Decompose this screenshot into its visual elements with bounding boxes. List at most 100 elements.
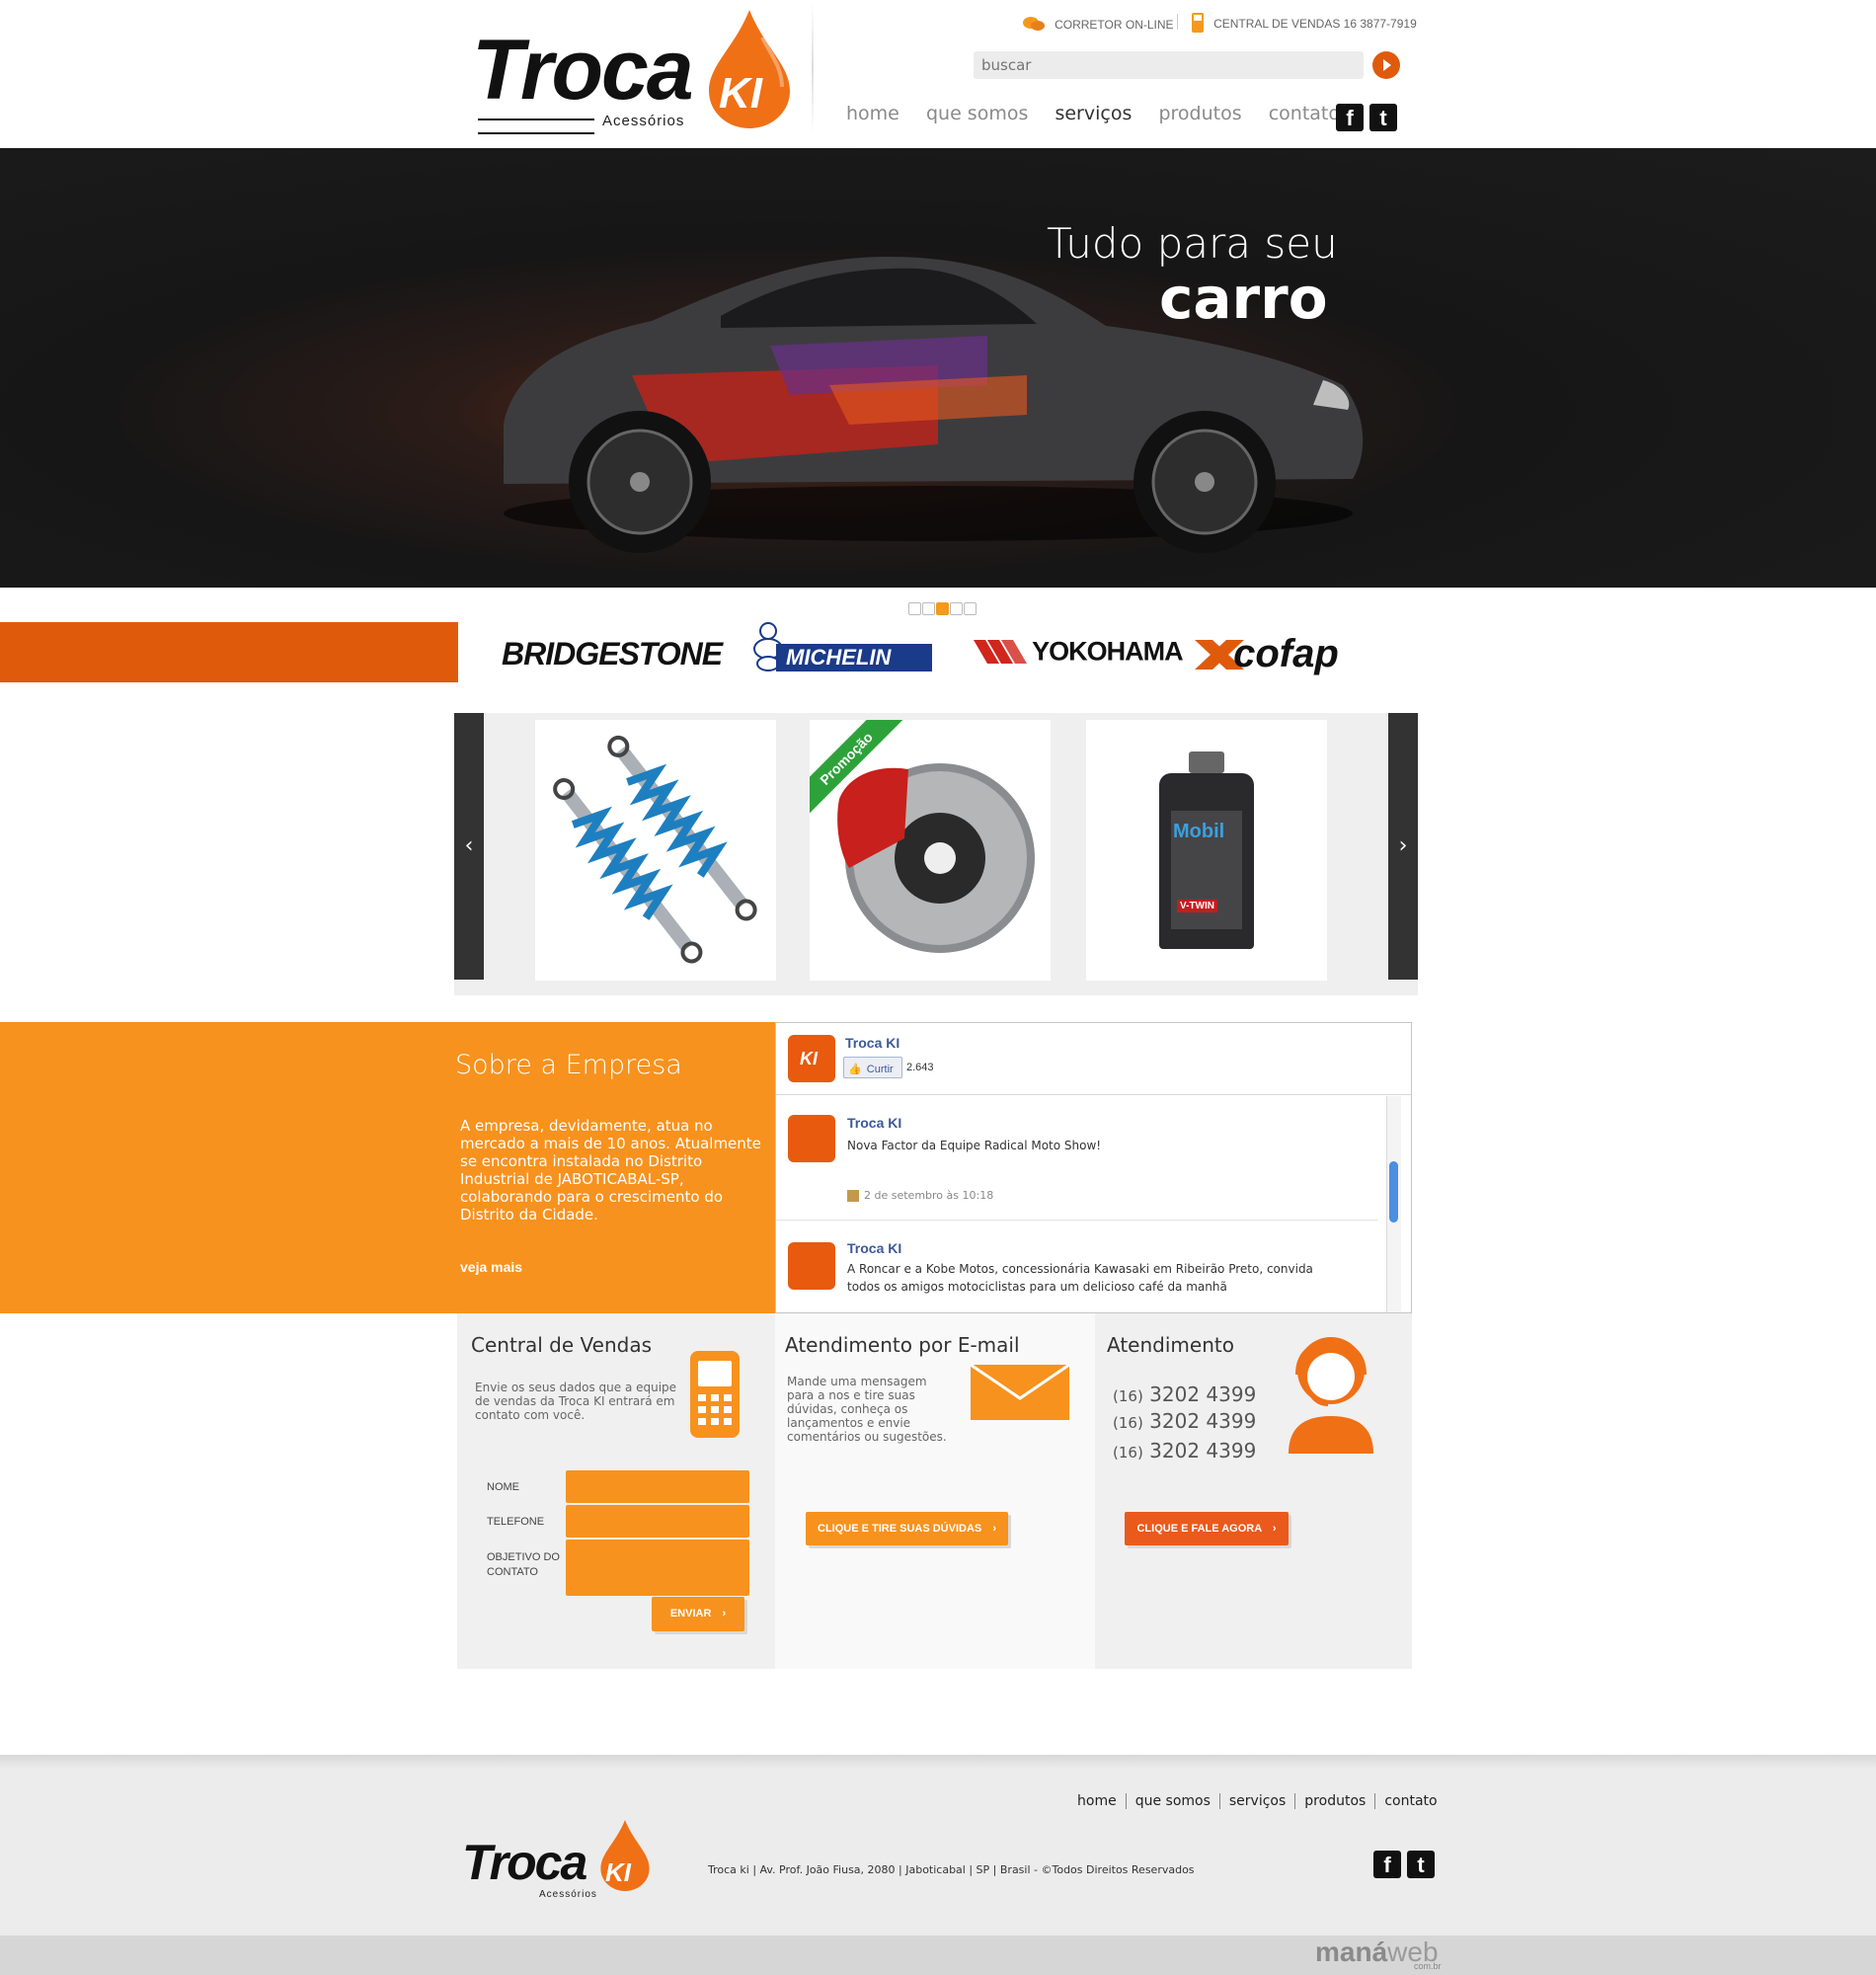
fb-scrollbar-thumb[interactable] [1389, 1161, 1398, 1223]
nav-que-somos[interactable]: que somos [926, 103, 1028, 124]
fb-post-text: Nova Factor da Equipe Radical Moto Show! [847, 1139, 1102, 1152]
site-footer: home que somos serviços produtos contato Tro… [0, 1755, 1876, 1936]
enviar-label: ENVIAR [669, 1608, 712, 1620]
brand-cofap[interactable]: cofap [1191, 632, 1339, 676]
footer-address: Troca ki | Av. Prof. João Fiusa, 2080 | … [708, 1863, 1195, 1876]
brand-michelin[interactable]: MICHELIN [746, 622, 936, 672]
footer-logo[interactable]: Troca KI Acessórios [460, 1818, 658, 1907]
credit-sub: com.br [1414, 1961, 1442, 1971]
corretor-online-link[interactable]: CORRETOR ON-LINE [1022, 14, 1174, 34]
fb-page-name[interactable]: Troca KI [845, 1035, 899, 1051]
central-label: CENTRAL DE VENDAS 16 3877-7919 [1213, 16, 1417, 31]
oil-bottle-image: Mobil V-TWIN [1159, 751, 1254, 949]
footer-nav-produtos[interactable]: produtos [1295, 1793, 1376, 1809]
product-card-oil[interactable]: Mobil V-TWIN [1086, 720, 1327, 981]
phone-2[interactable]: (16) 3202 4399 [1113, 1409, 1256, 1433]
logo[interactable]: Troca KI Acessórios [472, 8, 798, 136]
slide-dot-1[interactable] [908, 602, 921, 615]
nome-label: NOME [487, 1481, 519, 1493]
nav-contato[interactable]: contato [1269, 103, 1340, 124]
brand-accent-bar [0, 622, 458, 682]
bottom-strip: manáweb com.br [0, 1936, 1876, 1975]
oil-label: V-TWIN [1177, 900, 1217, 912]
facebook-icon[interactable]: f [1336, 104, 1364, 131]
product-card-shocks[interactable] [535, 720, 776, 981]
fb-post-2: Troca KI A Roncar e a Kobe Motos, conces… [776, 1221, 1378, 1312]
logo-subtitle: Acessórios [602, 113, 685, 129]
fb-post-avatar[interactable] [788, 1115, 835, 1162]
brand-bridgestone[interactable]: BRIDGESTONE [502, 636, 723, 672]
twitter-icon[interactable]: t [1407, 1851, 1435, 1878]
fb-post-author[interactable]: Troca KI [847, 1240, 901, 1256]
atendimento-section: Atendimento (16) 3202 4399 (16) 3202 439… [1095, 1313, 1412, 1669]
email-cta-button[interactable]: CLIQUE E TIRE SUAS DÚVIDAS › [806, 1512, 1008, 1545]
enviar-button[interactable]: ENVIAR › [652, 1597, 744, 1631]
logo-word: Troca [472, 23, 694, 118]
slide-dot-3[interactable] [936, 602, 949, 615]
hero-title-line1: Tudo para seu [1047, 219, 1338, 268]
search-button[interactable] [1372, 51, 1400, 79]
logo-ki: KI [719, 69, 762, 118]
yokohama-mark-icon [974, 640, 1027, 664]
objetivo-field[interactable] [566, 1540, 749, 1596]
telefone-label: TELEFONE [487, 1516, 545, 1528]
carousel-prev-button[interactable]: ‹ [454, 713, 484, 980]
oil-cap [1189, 751, 1224, 773]
telefone-field[interactable] [566, 1505, 749, 1538]
email-text: Mande uma mensagem para a nos e tire sua… [787, 1375, 947, 1444]
footer-nav: home que somos serviços produtos contato [1068, 1790, 1446, 1809]
nav-produtos[interactable]: produtos [1158, 103, 1241, 124]
about-more-link[interactable]: veja mais [460, 1259, 522, 1275]
slider-dots [908, 600, 977, 619]
chevron-right-icon: › [722, 1608, 727, 1620]
product-card-brake[interactable]: Promoção [810, 720, 1051, 981]
brand-yokohama[interactable]: YOKOHAMA [974, 636, 1184, 668]
fb-scrollbar[interactable] [1386, 1096, 1401, 1312]
facebook-icon[interactable]: f [1373, 1851, 1401, 1878]
central-vendas-link[interactable]: CENTRAL DE VENDAS 16 3877-7919 [1191, 12, 1417, 34]
footer-logo-ki: KI [605, 1857, 631, 1887]
fb-post-1: Troca KI Nova Factor da Equipe Radical M… [776, 1095, 1378, 1221]
top-link-divider [1177, 14, 1178, 30]
carousel-next-button[interactable]: › [1388, 713, 1418, 980]
main-nav: home que somos serviços produtos contato [846, 103, 1362, 124]
fb-like-button[interactable]: 👍 Curtir [843, 1057, 902, 1078]
phone-1[interactable]: (16) 3202 4399 [1113, 1382, 1256, 1406]
product-carousel: ‹ › Promoção Mobil V-TWIN [454, 713, 1418, 995]
footer-nav-home[interactable]: home [1068, 1793, 1127, 1809]
footer-nav-contato[interactable]: contato [1375, 1793, 1446, 1809]
slide-dot-4[interactable] [950, 602, 963, 615]
email-cta-label: CLIQUE E TIRE SUAS DÚVIDAS [818, 1523, 982, 1535]
vendas-text: Envie os seus dados que a equipe de vend… [475, 1381, 677, 1422]
fb-header: KI Troca KI 👍 Curtir 2.643 [776, 1023, 1411, 1095]
fb-avatar-ki: KI [800, 1049, 818, 1068]
footer-nav-que-somos[interactable]: que somos [1126, 1793, 1220, 1809]
nome-field[interactable] [566, 1470, 749, 1503]
slide-dot-2[interactable] [922, 602, 935, 615]
chevron-right-icon: › [1272, 1523, 1277, 1535]
fb-post-author[interactable]: Troca KI [847, 1115, 901, 1131]
slide-dot-5[interactable] [964, 602, 977, 615]
atendimento-cta-button[interactable]: CLIQUE E FALE AGORA › [1125, 1512, 1289, 1545]
phone-number: 3202 4399 [1149, 1382, 1257, 1406]
mobile-phone-icon [690, 1351, 740, 1438]
site-header: Troca KI Acessórios CORRETOR ON-LINE CEN… [0, 0, 1876, 148]
nav-home[interactable]: home [846, 103, 899, 124]
chevron-right-icon: › [1398, 833, 1408, 858]
facebook-widget: KI Troca KI 👍 Curtir 2.643 Troca KI Nova… [775, 1022, 1412, 1313]
fb-post-avatar[interactable] [788, 1242, 835, 1290]
phone-number: 3202 4399 [1149, 1439, 1257, 1462]
fb-like-label: Curtir [866, 1064, 894, 1075]
credit-main: maná [1315, 1936, 1388, 1967]
vendas-title: Central de Vendas [471, 1333, 653, 1357]
fb-post-time[interactable]: 2 de setembro às 10:18 [864, 1189, 993, 1202]
nav-servicos[interactable]: serviços [1055, 103, 1132, 124]
michelin-text: MICHELIN [786, 645, 892, 670]
about-text: A empresa, devidamente, atua no mercado … [460, 1117, 761, 1224]
chevron-right-icon: › [992, 1523, 996, 1535]
search-input[interactable] [974, 51, 1364, 79]
phone-3[interactable]: (16) 3202 4399 [1113, 1439, 1256, 1462]
twitter-icon[interactable]: t [1369, 104, 1397, 131]
footer-nav-servicos[interactable]: serviços [1219, 1793, 1296, 1809]
oil-brand: Mobil [1173, 821, 1225, 842]
